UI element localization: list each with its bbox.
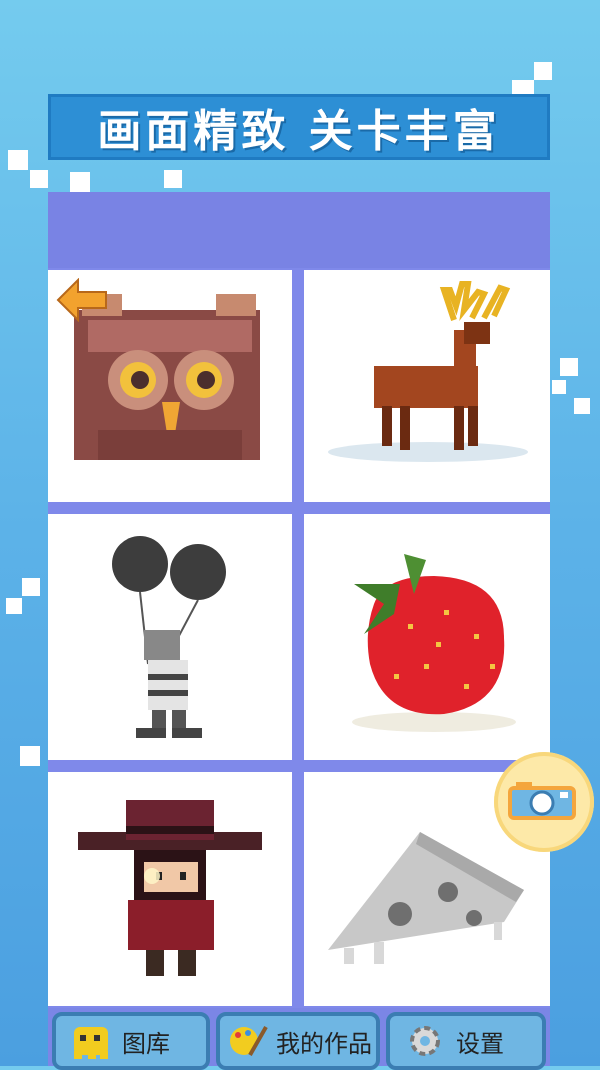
bottom-tab-bar: 图库 我的作品 设置 [48, 1008, 550, 1070]
camera-icon [508, 782, 576, 820]
tab-my-works[interactable]: 我的作品 [216, 1012, 380, 1070]
balloon-kid-image [112, 536, 226, 738]
tab-gallery[interactable]: 图库 [52, 1012, 210, 1070]
top-bar [48, 192, 550, 268]
tab-gallery-label: 图库 [122, 1029, 170, 1058]
deer-image [328, 281, 528, 462]
camera-button[interactable] [494, 752, 594, 852]
back-arrow-button[interactable] [56, 278, 108, 322]
tab-my-works-label: 我的作品 [276, 1029, 372, 1058]
tab-settings[interactable]: 设置 [386, 1012, 546, 1070]
gallery-item-balloon-kid[interactable] [48, 514, 292, 760]
palette-brush-icon [230, 1026, 268, 1056]
gallery-item-strawberry[interactable] [304, 514, 550, 760]
tab-settings-label: 设置 [456, 1029, 504, 1058]
banner-title: 画面精致 关卡丰富 [97, 106, 501, 157]
cowboy-image [78, 800, 262, 976]
promo-banner: 画面精致 关卡丰富 [48, 94, 550, 160]
ghost-icon [74, 1027, 108, 1059]
app-screen [48, 192, 550, 1066]
gear-icon [410, 1026, 440, 1056]
gallery-item-deer[interactable] [304, 270, 550, 502]
gallery-item-cowboy[interactable] [48, 772, 292, 1006]
strawberry-image [352, 554, 516, 732]
